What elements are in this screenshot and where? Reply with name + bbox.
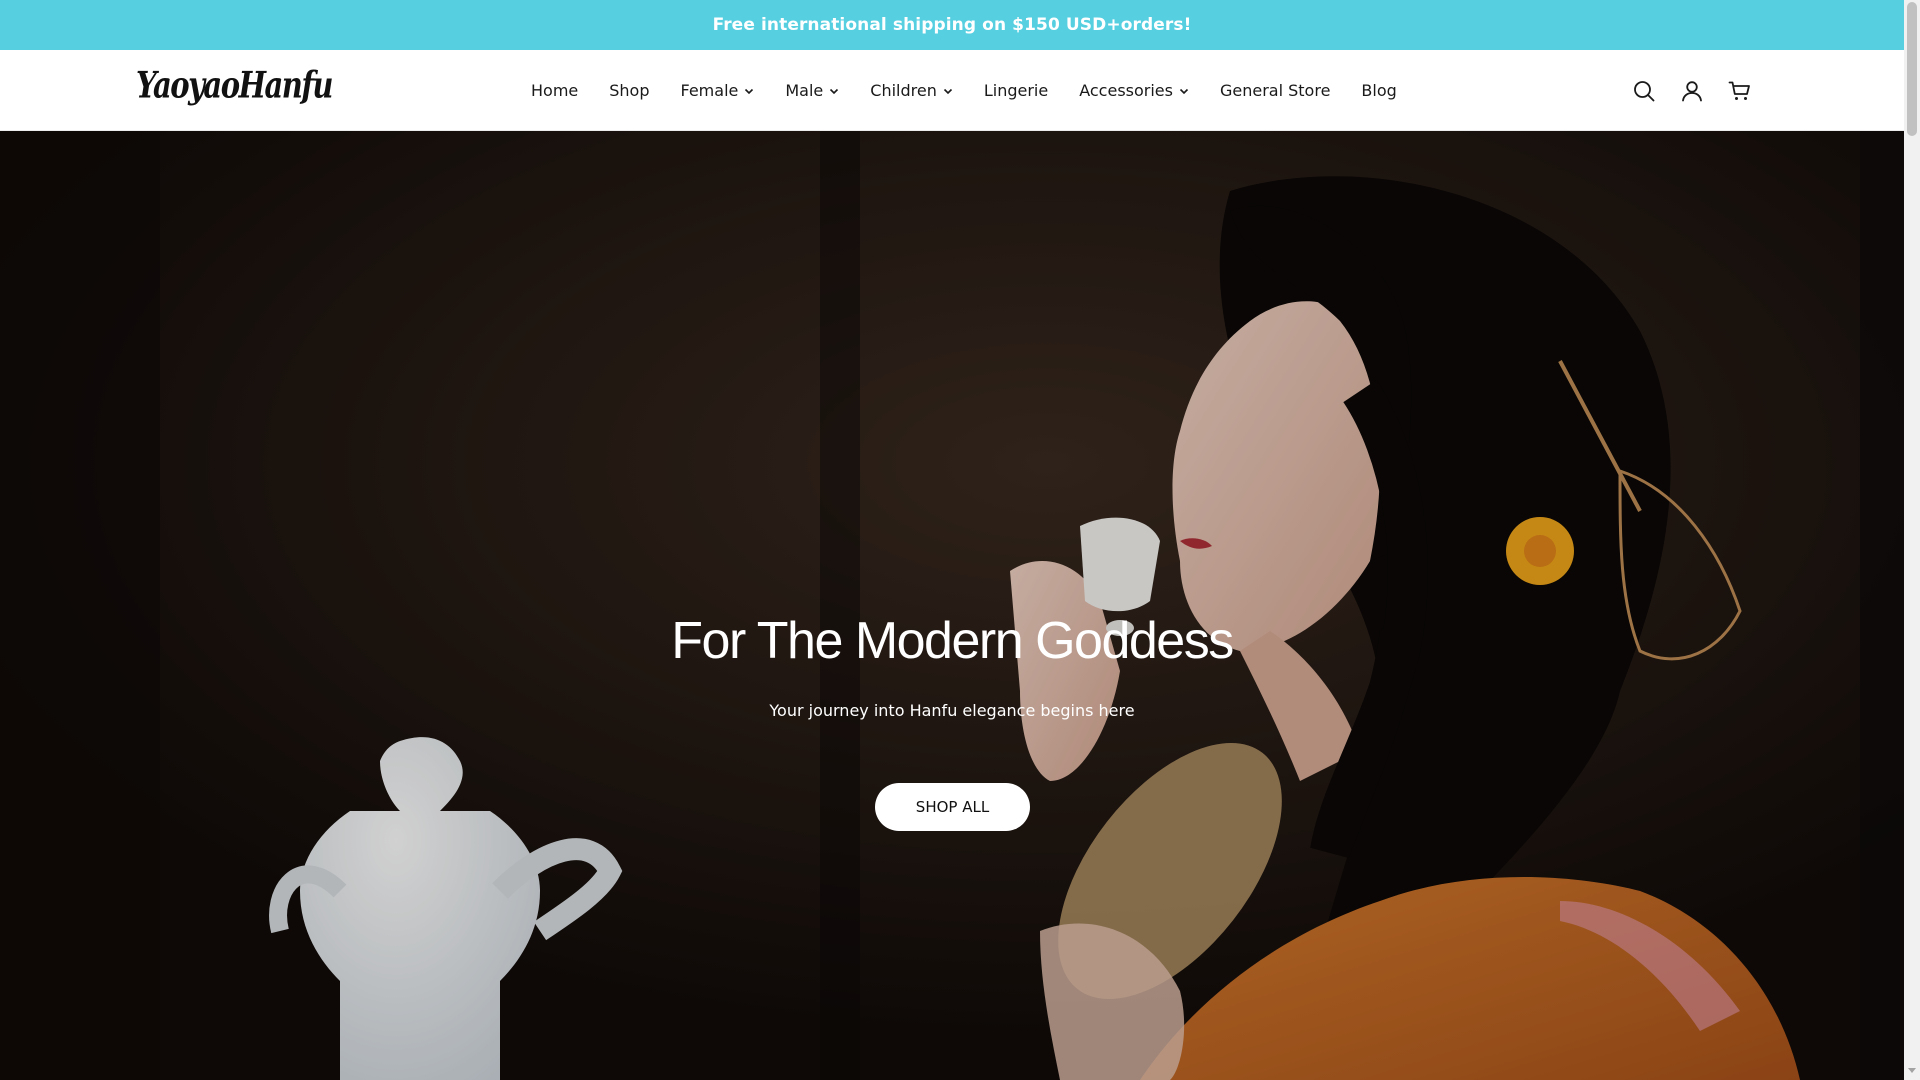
page-scrollbar[interactable]	[1904, 0, 1920, 1080]
page: Free international shipping on $150 USD+…	[0, 0, 1920, 1080]
cart-icon[interactable]	[1728, 79, 1752, 103]
nav-item-children[interactable]: Children	[870, 81, 953, 100]
scroll-down-icon[interactable]	[1908, 1066, 1916, 1074]
account-icon[interactable]	[1680, 79, 1704, 103]
site-logo[interactable]: YaoyaoHanfu	[136, 64, 333, 107]
nav-item-general-store[interactable]: General Store	[1220, 81, 1330, 100]
chevron-down-icon	[830, 88, 839, 94]
nav-label: Female	[680, 81, 739, 100]
nav-item-female[interactable]: Female	[681, 81, 755, 100]
nav-item-accessories[interactable]: Accessories	[1079, 81, 1189, 100]
chevron-down-icon	[745, 88, 754, 94]
chevron-down-icon	[943, 88, 952, 94]
site-header: YaoyaoHanfu Home Shop Female Male Childr…	[0, 50, 1904, 131]
hero-subtitle: Your journey into Hanfu elegance begins …	[769, 701, 1135, 720]
nav-label: Home	[531, 81, 579, 100]
shop-all-button[interactable]: SHOP ALL	[875, 783, 1030, 831]
scroll-thumb[interactable]	[1907, 2, 1917, 136]
nav-label: Children	[870, 81, 937, 100]
hero-banner: For The Modern Goddess Your journey into…	[0, 131, 1904, 1080]
nav-item-blog[interactable]: Blog	[1361, 81, 1396, 100]
nav-label: Accessories	[1079, 81, 1173, 100]
nav-label: Shop	[609, 81, 650, 100]
nav-item-shop[interactable]: Shop	[609, 81, 649, 100]
nav-label: Lingerie	[983, 81, 1049, 100]
search-icon[interactable]	[1632, 79, 1656, 103]
header-actions	[1608, 50, 1752, 131]
announcement-bar: Free international shipping on $150 USD+…	[0, 0, 1904, 50]
hero-overlay	[0, 131, 1904, 1080]
main-nav: Home Shop Female Male Children Lingerie …	[531, 50, 1397, 131]
nav-label: Male	[785, 81, 824, 100]
hero-title: For The Modern Goddess	[671, 612, 1234, 670]
chevron-down-icon	[1179, 88, 1189, 94]
nav-item-lingerie[interactable]: Lingerie	[984, 81, 1048, 100]
nav-item-home[interactable]: Home	[531, 81, 578, 100]
announcement-text: Free international shipping on $150 USD+…	[712, 15, 1192, 35]
nav-label: Blog	[1361, 81, 1397, 100]
nav-label: General Store	[1219, 81, 1331, 100]
nav-item-male[interactable]: Male	[785, 81, 839, 100]
